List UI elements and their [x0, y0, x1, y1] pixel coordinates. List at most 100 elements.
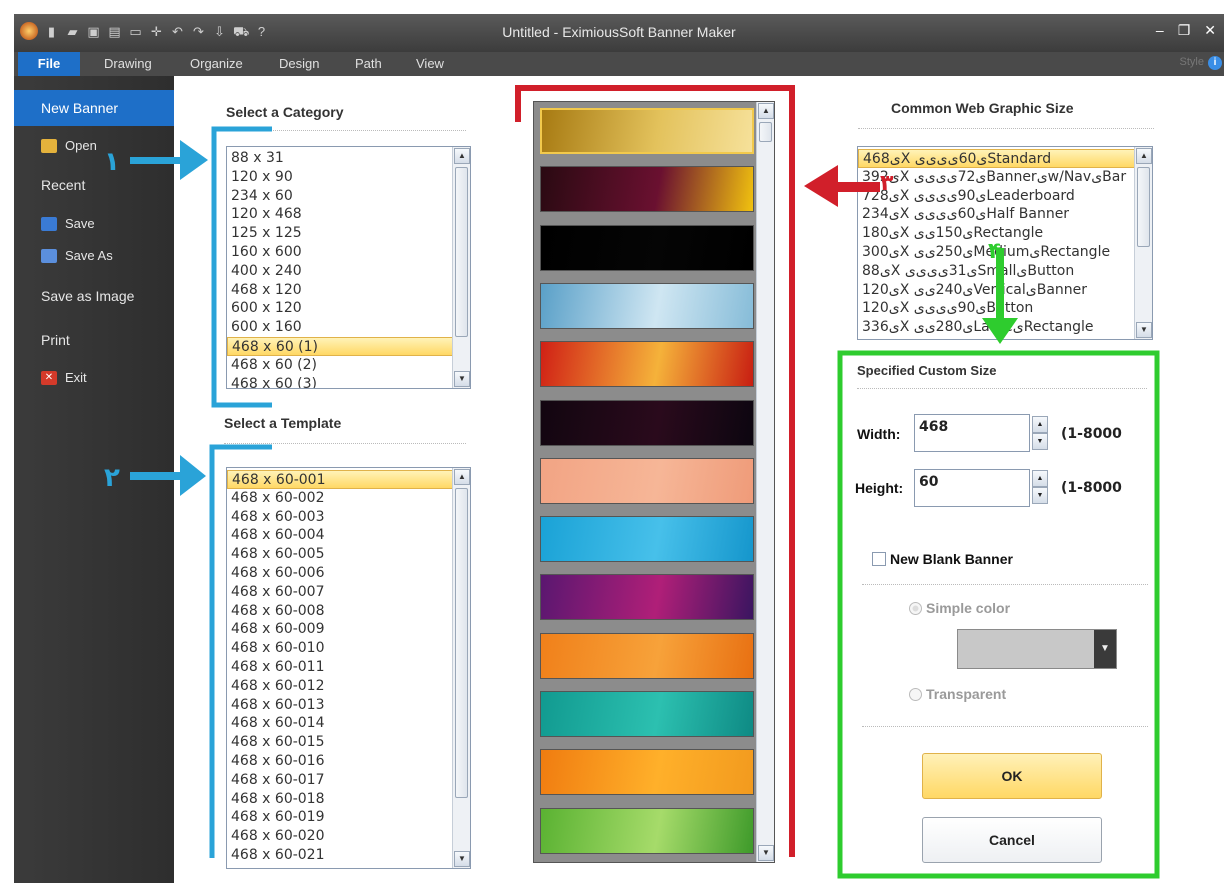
list-item[interactable]: 468 x 60-020: [227, 827, 470, 846]
scroll-up-icon[interactable]: ▲: [454, 469, 470, 485]
list-item[interactable]: 468 x 60-007: [227, 583, 470, 602]
spin-down-icon[interactable]: ▼: [1032, 433, 1048, 450]
scroll-thumb[interactable]: [455, 167, 468, 337]
chevron-down-icon[interactable]: ▼: [1094, 630, 1116, 668]
list-item[interactable]: 468 x 60-010: [227, 639, 470, 658]
list-item[interactable]: 468 x 60-008: [227, 602, 470, 621]
template-thumbnail[interactable]: [540, 399, 754, 446]
list-item[interactable]: 600 x 160: [227, 318, 470, 337]
height-spinner[interactable]: ▲ ▼: [1032, 470, 1048, 506]
list-item[interactable]: 468 x 120: [227, 281, 470, 300]
menu-save-as-image[interactable]: Save as Image: [41, 288, 171, 304]
scroll-down-icon[interactable]: ▼: [758, 845, 774, 861]
list-item[interactable]: 468 x 60-021: [227, 846, 470, 865]
style-menu[interactable]: Style: [1180, 56, 1204, 68]
menu-new-banner[interactable]: New Banner: [14, 90, 182, 126]
list-item[interactable]: 468 x 60-004: [227, 526, 470, 545]
list-item[interactable]: 468 x 60-019: [227, 808, 470, 827]
common-size-scrollbar[interactable]: ▲ ▼: [1134, 147, 1152, 339]
list-item[interactable]: 468 x 60-014: [227, 714, 470, 733]
list-item[interactable]: 468 x 60-018: [227, 790, 470, 809]
list-item[interactable]: 125 x 125: [227, 224, 470, 243]
template-thumbnail[interactable]: [540, 457, 754, 504]
color-dropdown[interactable]: ▼: [957, 629, 1117, 669]
list-item[interactable]: 468 x 60-002: [227, 489, 470, 508]
list-item[interactable]: 88 x 31: [227, 149, 470, 168]
spin-up-icon[interactable]: ▲: [1032, 470, 1048, 487]
template-thumbnail[interactable]: [540, 516, 754, 563]
width-spinner[interactable]: ▲ ▼: [1032, 416, 1048, 452]
list-item[interactable]: 120 x 90: [227, 168, 470, 187]
tab-drawing[interactable]: Drawing: [104, 56, 152, 71]
list-item[interactable]: 468 x 60 (3): [227, 375, 470, 388]
template-preview-strip[interactable]: ▲ ▼: [533, 101, 775, 863]
list-item[interactable]: 120ﻯX ﻯ90ﻯﻯﻯﻯButton: [858, 299, 1152, 318]
list-item[interactable]: 600 x 120: [227, 299, 470, 318]
close-button[interactable]: ✕: [1204, 22, 1216, 39]
list-item[interactable]: 468 x 60-017: [227, 771, 470, 790]
list-item[interactable]: 468 x 60-012: [227, 677, 470, 696]
template-thumbnail[interactable]: [540, 632, 754, 679]
list-item[interactable]: 120ﻯX ﻯ240ﻯﻯVerticalﻯBanner: [858, 281, 1152, 300]
info-icon[interactable]: i: [1208, 56, 1222, 70]
minimize-button[interactable]: –: [1156, 22, 1164, 39]
scroll-up-icon[interactable]: ▲: [1136, 148, 1152, 164]
list-item[interactable]: 468 x 60-013: [227, 696, 470, 715]
list-item[interactable]: 468 x 60-001: [227, 470, 470, 489]
list-item[interactable]: 120 x 468: [227, 205, 470, 224]
list-item[interactable]: 468 x 60-005: [227, 545, 470, 564]
menu-save-as[interactable]: Save As: [41, 248, 161, 263]
spin-up-icon[interactable]: ▲: [1032, 416, 1048, 433]
scroll-thumb[interactable]: [1137, 167, 1150, 247]
ok-button[interactable]: OK: [922, 753, 1102, 799]
list-item[interactable]: 234ﻯX ﻯ60ﻯﻯﻯﻯHalf Banner: [858, 205, 1152, 224]
category-scrollbar[interactable]: ▲ ▼: [452, 147, 470, 388]
template-list[interactable]: 468 x 60-001 468 x 60-002 468 x 60-003 468 …: [226, 467, 471, 869]
list-item[interactable]: 468 x 60-011: [227, 658, 470, 677]
list-item[interactable]: 468 x 60-009: [227, 620, 470, 639]
template-thumbnail[interactable]: [540, 574, 754, 621]
list-item[interactable]: 468ﻯX ﻯ60ﻯﻯﻯﻯStandard: [858, 149, 1152, 168]
list-item[interactable]: 728ﻯX ﻯ90ﻯﻯﻯﻯLeaderboard: [858, 187, 1152, 206]
list-item[interactable]: 300ﻯX ﻯ250ﻯﻯMediumﻯRectangle: [858, 243, 1152, 262]
common-size-list[interactable]: 468ﻯX ﻯ60ﻯﻯﻯﻯStandard 392ﻯX ﻯ72ﻯﻯﻯﻯBanner…: [857, 146, 1153, 340]
menu-recent[interactable]: Recent: [41, 177, 161, 193]
scroll-down-icon[interactable]: ▼: [454, 851, 470, 867]
spin-down-icon[interactable]: ▼: [1032, 487, 1048, 504]
tab-organize[interactable]: Organize: [190, 56, 243, 71]
menu-open[interactable]: Open: [41, 138, 161, 153]
list-item[interactable]: 468 x 60-015: [227, 733, 470, 752]
menu-exit[interactable]: ✕ Exit: [41, 370, 161, 385]
template-scrollbar[interactable]: ▲ ▼: [452, 468, 470, 868]
restore-button[interactable]: ❐: [1178, 22, 1191, 39]
width-input[interactable]: 468: [914, 414, 1030, 452]
list-item[interactable]: 336ﻯX ﻯ280ﻯﻯLargeﻯRectangle: [858, 318, 1152, 337]
list-item[interactable]: 392ﻯX ﻯ72ﻯﻯﻯﻯBannerﻯw/NavﻯBar: [858, 168, 1152, 187]
template-thumbnail[interactable]: [540, 341, 754, 388]
category-list[interactable]: 88 x 31 120 x 90 234 x 60 120 x 468 125 x 12…: [226, 146, 471, 389]
list-item[interactable]: 234 x 60: [227, 187, 470, 206]
list-item[interactable]: 468 x 60 (1): [227, 336, 470, 356]
tab-file[interactable]: File: [18, 52, 80, 76]
list-item[interactable]: 88ﻯX ﻯ31ﻯﻯﻯﻯSmallﻯButton: [858, 262, 1152, 281]
preview-scrollbar[interactable]: ▲ ▼: [756, 102, 774, 862]
new-blank-checkbox[interactable]: [872, 552, 886, 566]
list-item[interactable]: 400 x 240: [227, 262, 470, 281]
tab-view[interactable]: View: [416, 56, 444, 71]
menu-print[interactable]: Print: [41, 332, 161, 348]
menu-save[interactable]: Save: [41, 216, 161, 231]
list-item[interactable]: 468 x 60-016: [227, 752, 470, 771]
template-thumbnail[interactable]: [540, 108, 754, 154]
list-item[interactable]: 160 x 600: [227, 243, 470, 262]
transparent-radio[interactable]: [909, 688, 922, 701]
list-item[interactable]: 468 x 60-006: [227, 564, 470, 583]
list-item[interactable]: 468 x 60 (2): [227, 356, 470, 375]
tab-design[interactable]: Design: [279, 56, 319, 71]
scroll-up-icon[interactable]: ▲: [454, 148, 470, 164]
tab-path[interactable]: Path: [355, 56, 382, 71]
scroll-down-icon[interactable]: ▼: [1136, 322, 1152, 338]
scroll-thumb[interactable]: [759, 122, 772, 142]
list-item[interactable]: 180ﻯX ﻯ150ﻯﻯRectangle: [858, 224, 1152, 243]
template-thumbnail[interactable]: [540, 807, 754, 854]
scroll-up-icon[interactable]: ▲: [758, 103, 774, 119]
